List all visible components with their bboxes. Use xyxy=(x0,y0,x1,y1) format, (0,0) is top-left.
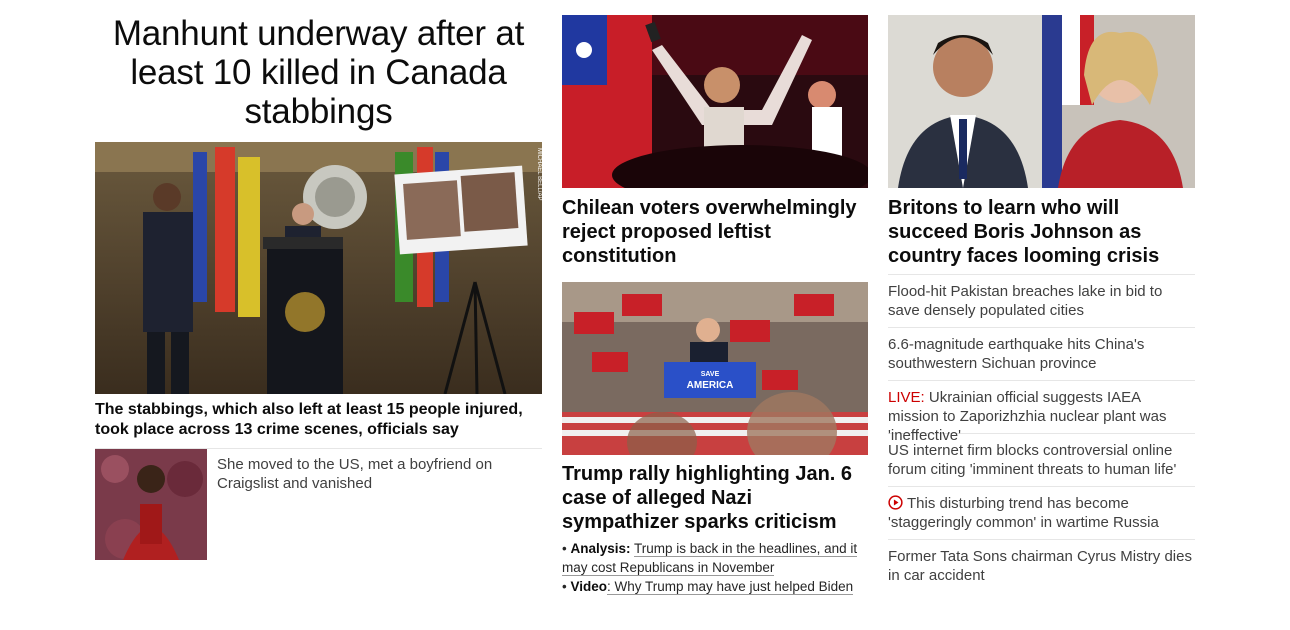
podium-sign-line1: SAVE xyxy=(701,371,720,378)
list-item[interactable]: This disturbing trend has become 'stagge… xyxy=(888,486,1195,539)
list-item[interactable]: LIVE: Ukrainian official suggests IAEA m… xyxy=(888,380,1195,444)
chile-story-image[interactable] xyxy=(562,15,868,188)
list-item-text: US internet firm blocks controversial on… xyxy=(888,442,1177,478)
related-prefix: Video xyxy=(570,579,607,594)
list-item-text: This disturbing trend has become 'stagge… xyxy=(888,495,1159,531)
list-item-text: 6.6-magnitude earthquake hits China's so… xyxy=(888,336,1145,372)
trump-rally-headline[interactable]: Trump rally highlighting Jan. 6 case of … xyxy=(562,462,868,534)
live-label: LIVE: xyxy=(888,389,925,406)
lead-story-image[interactable]: MICHAEL BELL/AP xyxy=(95,142,542,394)
podium-sign-line2: AMERICA xyxy=(687,380,734,391)
related-link-video[interactable]: • Video: Why Trump may have just helped … xyxy=(562,577,868,596)
uk-leadership-image[interactable] xyxy=(888,15,1195,188)
list-item[interactable]: 6.6-magnitude earthquake hits China's so… xyxy=(888,327,1195,380)
sub-story-headline[interactable]: She moved to the US, met a boyfriend on … xyxy=(217,455,537,493)
chile-headline[interactable]: Chilean voters overwhelmingly reject pro… xyxy=(562,196,868,268)
related-link-analysis[interactable]: • Analysis: Trump is back in the headlin… xyxy=(562,539,868,577)
lead-headline[interactable]: Manhunt underway after at least 10 kille… xyxy=(95,14,542,131)
list-item-text: Former Tata Sons chairman Cyrus Mistry d… xyxy=(888,548,1192,584)
related-prefix: Analysis: xyxy=(570,541,631,556)
play-icon xyxy=(888,495,903,510)
uk-headline[interactable]: Britons to learn who will succeed Boris … xyxy=(888,196,1195,268)
list-item-text: Flood-hit Pakistan breaches lake in bid … xyxy=(888,283,1163,319)
related-text: : Why Trump may have just helped Biden xyxy=(607,579,854,595)
list-item[interactable]: Former Tata Sons chairman Cyrus Mistry d… xyxy=(888,539,1195,592)
list-item[interactable]: US internet firm blocks controversial on… xyxy=(888,433,1195,486)
photo-credit: MICHAEL BELL/AP xyxy=(536,148,542,200)
trump-rally-image[interactable]: SAVE AMERICA xyxy=(562,282,868,455)
list-item[interactable]: Flood-hit Pakistan breaches lake in bid … xyxy=(888,274,1195,327)
sub-story-thumbnail[interactable] xyxy=(95,449,207,560)
headline-list: Flood-hit Pakistan breaches lake in bid … xyxy=(888,274,1195,592)
lead-caption[interactable]: The stabbings, which also left at least … xyxy=(95,400,542,440)
